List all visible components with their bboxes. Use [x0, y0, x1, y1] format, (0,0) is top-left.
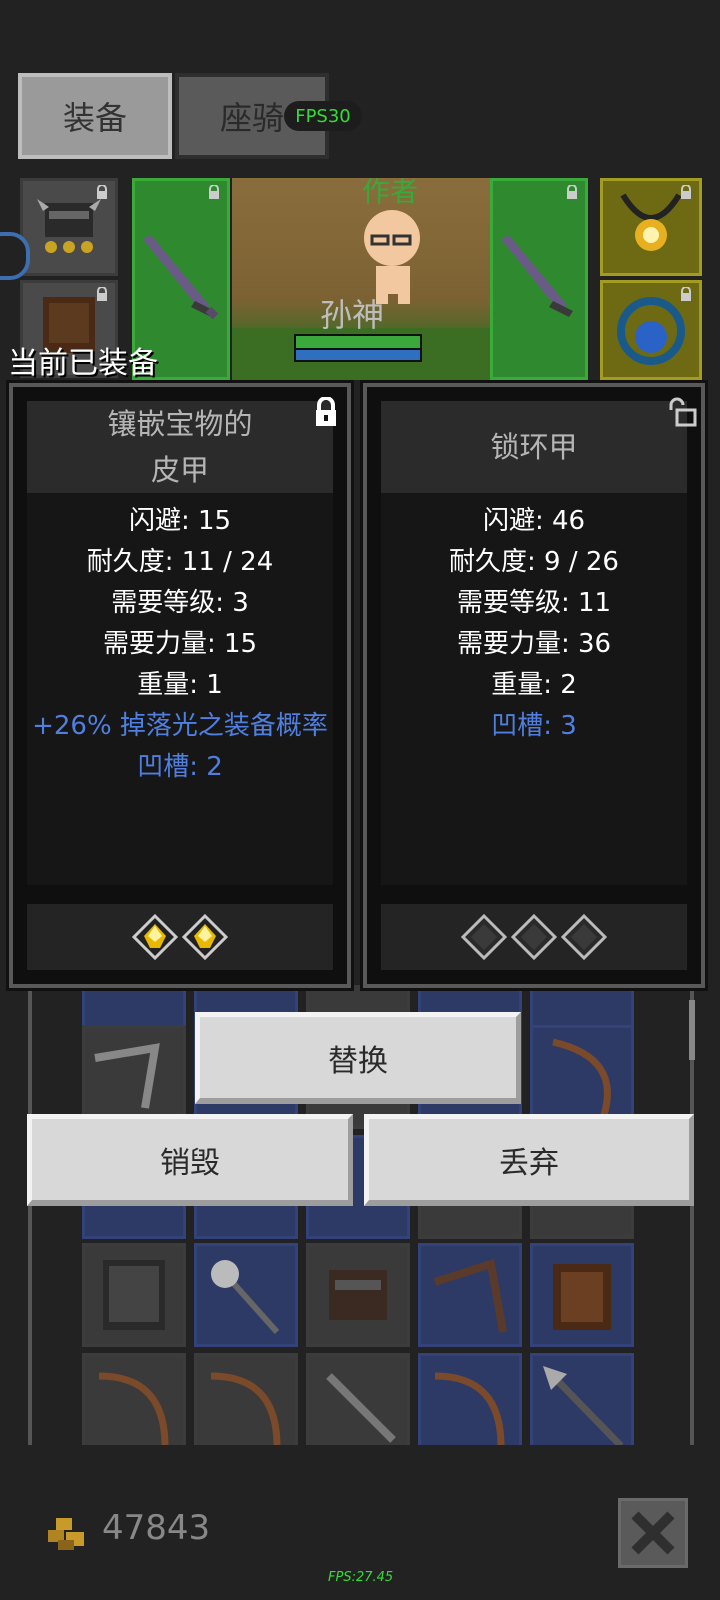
mace-icon [211, 1260, 280, 1334]
lock-icon [95, 185, 109, 199]
bow-icon [434, 1372, 505, 1445]
destroy-button-label: 销毁 [160, 1145, 220, 1181]
lock-icon [679, 287, 693, 301]
replace-button[interactable]: 替换 [195, 1012, 521, 1104]
inventory-cell[interactable] [418, 1243, 522, 1347]
current-item-card: 镶嵌宝物的 皮甲 闪避: 15 耐久度: 11 / 24 需要等级: 3 需要力… [6, 380, 354, 991]
compare-item-sockets [381, 904, 687, 970]
right-hand-slot[interactable] [490, 178, 588, 380]
replace-button-label: 替换 [328, 1043, 388, 1079]
empty-socket-icon [511, 914, 557, 960]
character-scene: 作者 孙神 [232, 178, 490, 380]
bow-icon [552, 1038, 611, 1120]
inventory-left-border [28, 985, 32, 1445]
close-button[interactable] [618, 1498, 688, 1568]
stat-bonus: +26% 掉落光之装备概率 [32, 711, 328, 741]
inventory-cell[interactable] [194, 1243, 298, 1347]
stat-required-level: 需要等级: 11 [456, 588, 612, 618]
inventory-cell[interactable] [306, 1243, 410, 1347]
bow-icon [98, 1372, 169, 1445]
inventory-cell[interactable] [194, 1353, 298, 1445]
mana-bar [294, 348, 422, 362]
stat-dodge: 闪避: 15 [128, 506, 232, 536]
crossbow-icon [94, 1043, 160, 1109]
character-title: 作者 [362, 178, 419, 208]
gold-coins-icon [48, 1518, 84, 1550]
empty-socket-icon [561, 914, 607, 960]
lock-icon [207, 185, 221, 199]
discard-button-label: 丢弃 [499, 1145, 559, 1181]
stat-weight: 重量: 1 [137, 670, 223, 700]
stat-weight: 重量: 2 [491, 670, 577, 700]
lock-icon [95, 287, 109, 301]
spear-icon [543, 1366, 624, 1445]
lock-icon [565, 185, 579, 199]
stat-sockets: 凹槽: 2 [137, 752, 223, 782]
gold-amount: 47843 [102, 1508, 211, 1548]
current-item-name-line2: 皮甲 [150, 453, 209, 487]
chainmail-icon [103, 1260, 165, 1330]
inventory-cell[interactable] [82, 1353, 186, 1445]
crossbow-icon [433, 1258, 507, 1333]
tab-equipment[interactable]: 装备 [18, 73, 172, 159]
flail-icon [326, 1373, 396, 1443]
inventory-cell[interactable] [306, 1353, 410, 1445]
current-item-title: 镶嵌宝物的 皮甲 [27, 401, 333, 493]
unlock-icon[interactable] [667, 397, 697, 427]
lock-icon [679, 185, 693, 199]
inventory-cell[interactable] [530, 1243, 634, 1347]
fps-counter: FPS:27.45 [328, 1570, 394, 1585]
dagger-icon [501, 235, 573, 317]
helmet-icon [329, 1270, 387, 1320]
tab-mount-label: 座骑 [219, 99, 284, 137]
inventory-cell[interactable] [82, 1243, 186, 1347]
stat-sockets: 凹槽: 3 [491, 711, 577, 741]
inventory-scroll-thumb[interactable] [689, 1000, 695, 1060]
fps-badge: FPS30 [284, 101, 362, 131]
current-item-stats: 闪避: 15 耐久度: 11 / 24 需要等级: 3 需要力量: 15 重量:… [27, 493, 333, 885]
current-item-sockets [27, 904, 333, 970]
tab-equipment-label: 装备 [62, 99, 127, 137]
compare-item-card: 锁环甲 闪避: 46 耐久度: 9 / 26 需要等级: 11 需要力量: 36… [360, 380, 708, 991]
lock-icon[interactable] [313, 396, 339, 427]
discard-button[interactable]: 丢弃 [364, 1114, 694, 1206]
leather-armor-icon [553, 1264, 611, 1330]
destroy-button[interactable]: 销毁 [27, 1114, 353, 1206]
empty-socket-icon [461, 914, 507, 960]
stat-durability: 耐久度: 9 / 26 [449, 547, 619, 577]
compare-item-stats: 闪避: 46 耐久度: 9 / 26 需要等级: 11 需要力量: 36 重量:… [381, 493, 687, 885]
helmet-slot[interactable] [20, 178, 118, 276]
close-icon [631, 1511, 675, 1555]
amulet-slot[interactable] [600, 178, 702, 276]
filled-socket-icon [132, 914, 178, 960]
compare-item-title: 锁环甲 [381, 401, 687, 493]
stat-required-level: 需要等级: 3 [111, 588, 249, 618]
inventory-cell[interactable] [530, 1353, 634, 1445]
character-name: 孙神 [320, 296, 385, 334]
stat-required-strength: 需要力量: 15 [102, 629, 258, 659]
filled-socket-icon [182, 914, 228, 960]
stat-required-strength: 需要力量: 36 [456, 629, 612, 659]
current-item-name-line1: 镶嵌宝物的 [107, 407, 253, 441]
ring-slot[interactable] [600, 280, 702, 380]
equipped-heading: 当前已装备 [8, 346, 158, 381]
stat-dodge: 闪避: 46 [482, 506, 586, 536]
stat-durability: 耐久度: 11 / 24 [86, 547, 274, 577]
bow-icon [210, 1372, 281, 1445]
inventory-cell[interactable] [418, 1353, 522, 1445]
